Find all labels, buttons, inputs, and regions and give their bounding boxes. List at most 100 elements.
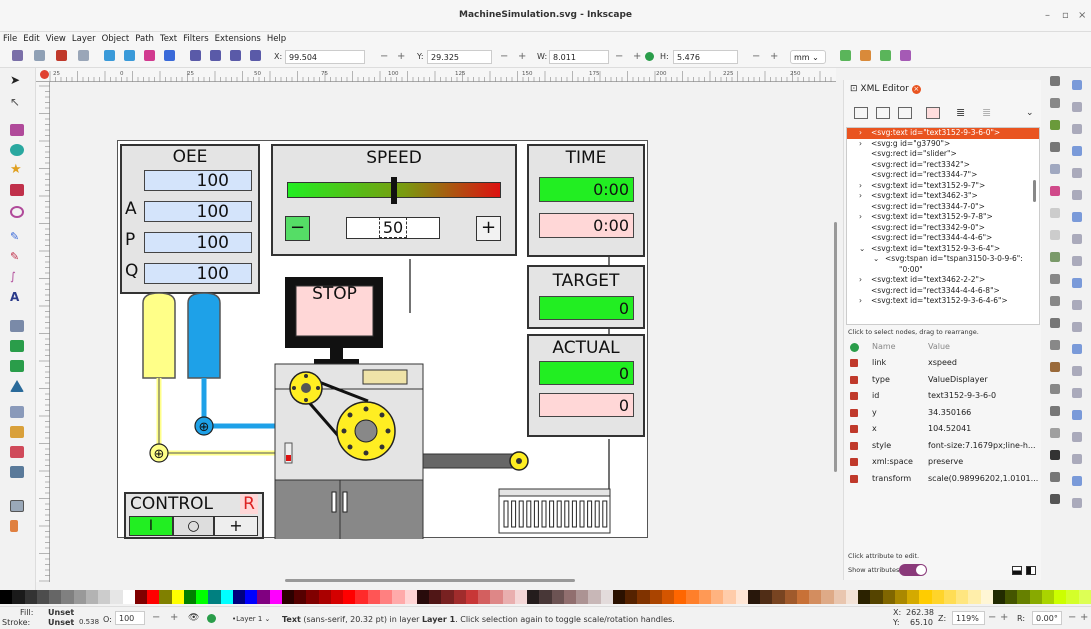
command-icon[interactable] [1050, 472, 1060, 482]
delete-attribute-icon[interactable] [850, 474, 858, 483]
attribute-value[interactable]: font-size:7.1679px;line-h... [928, 438, 1036, 454]
vertical-scrollbar[interactable] [834, 222, 837, 472]
xml-node[interactable]: <svg:rect id="rect3342"> [847, 160, 1039, 171]
palette-swatch[interactable] [539, 590, 553, 604]
xml-node[interactable]: › <svg:text id="text3152-9-7-8"> [847, 212, 1039, 223]
command-icon[interactable] [1050, 362, 1060, 372]
palette-swatch[interactable] [784, 590, 798, 604]
menu-view[interactable]: View [43, 32, 69, 46]
move-patterns-icon[interactable] [900, 50, 911, 61]
command-icon[interactable] [1050, 76, 1060, 86]
snap-icon[interactable] [1072, 366, 1082, 376]
h-increment[interactable]: + [770, 51, 778, 62]
palette-swatch[interactable] [404, 590, 418, 604]
more-options-icon[interactable]: ⌄ [1026, 108, 1034, 118]
layout-horizontal-icon[interactable] [1012, 566, 1022, 575]
lower-to-bottom-icon[interactable] [250, 50, 261, 61]
scale-stroke-icon[interactable] [840, 50, 851, 61]
palette-swatch[interactable] [318, 590, 332, 604]
menu-layer[interactable]: Layer [69, 32, 99, 46]
ellipse-tool-icon[interactable] [10, 144, 24, 156]
x-field[interactable]: 99.504 [285, 50, 365, 64]
palette-swatch[interactable] [588, 590, 602, 604]
palette-swatch[interactable] [110, 590, 124, 604]
palette-swatch[interactable] [686, 590, 700, 604]
palette-swatch[interactable] [710, 590, 724, 604]
palette-swatch[interactable] [760, 590, 773, 604]
attribute-row[interactable]: y 34.350166 [848, 405, 1046, 421]
palette-swatch[interactable] [478, 590, 491, 604]
opacity-decrement[interactable]: − [152, 612, 160, 623]
touch-select-icon[interactable] [78, 50, 89, 61]
palette-swatch[interactable] [943, 590, 957, 604]
snap-toggle-icon[interactable] [40, 70, 49, 79]
xml-node[interactable]: "0:00" [847, 265, 1039, 276]
spray-tool-icon[interactable] [10, 426, 24, 438]
snap-icon[interactable] [1072, 234, 1082, 244]
gradient-tool-icon[interactable] [10, 340, 24, 352]
palette-swatch[interactable] [36, 590, 50, 604]
stroke-width[interactable]: 0.538 [79, 618, 99, 626]
attribute-value[interactable]: 104.52041 [928, 421, 971, 437]
palette-swatch[interactable] [294, 590, 307, 604]
delete-attribute-icon[interactable] [850, 392, 858, 400]
h-field[interactable]: 5.476 [673, 50, 738, 64]
palette-swatch[interactable] [343, 590, 356, 604]
palette-swatch[interactable] [992, 590, 1006, 604]
rectangle-tool-icon[interactable] [10, 124, 24, 136]
layer-select[interactable]: •Layer 1 ⌄ [232, 615, 270, 623]
palette-swatch[interactable] [98, 590, 111, 604]
command-icon[interactable] [1050, 450, 1060, 460]
deselect-icon[interactable] [56, 50, 67, 61]
palette-swatch[interactable] [269, 590, 283, 604]
stroke-value[interactable]: Unset [48, 618, 74, 627]
command-icon[interactable] [1050, 164, 1060, 174]
palette-swatch[interactable] [735, 590, 749, 604]
palette-swatch[interactable] [576, 590, 589, 604]
command-icon[interactable] [1050, 406, 1060, 416]
command-icon[interactable] [1050, 428, 1060, 438]
snap-icon[interactable] [1072, 102, 1082, 112]
command-icon[interactable] [1050, 98, 1060, 108]
layout-vertical-icon[interactable] [1026, 566, 1036, 575]
machine-illustration[interactable]: ⊕ ⊕ [118, 141, 649, 539]
palette-swatch[interactable] [85, 590, 99, 604]
attribute-value[interactable]: preserve [928, 454, 963, 470]
expander-icon[interactable]: › [859, 191, 862, 202]
flip-horizontal-icon[interactable] [144, 50, 155, 61]
snap-icon[interactable] [1072, 300, 1082, 310]
document-page[interactable]: OEE 100 A 100 P 100 Q 100 SPEED − 50 + T… [117, 140, 649, 539]
palette-swatch[interactable] [612, 590, 626, 604]
palette-swatch[interactable] [845, 590, 859, 604]
palette-swatch[interactable] [796, 590, 810, 604]
command-icon[interactable] [1050, 340, 1060, 350]
xml-node[interactable]: <svg:rect id="slider"> [847, 149, 1039, 160]
palette-swatch[interactable] [821, 590, 835, 604]
eraser-tool-icon[interactable] [10, 446, 24, 458]
unit-select[interactable]: mm ⌄ [790, 50, 826, 64]
palette-swatch[interactable] [416, 590, 430, 604]
h-decrement[interactable]: − [752, 51, 760, 62]
menu-extensions[interactable]: Extensions [212, 32, 264, 46]
calligraphy-tool-icon[interactable]: ∫ [10, 270, 24, 283]
zoom-field[interactable]: 119% [952, 611, 985, 625]
opacity-increment[interactable]: + [170, 612, 178, 623]
palette-swatch[interactable] [380, 590, 393, 604]
palette-swatch[interactable] [61, 590, 75, 604]
delete-attribute-icon[interactable] [850, 441, 858, 450]
toggle-lock-icon[interactable] [207, 614, 216, 623]
palette-swatch[interactable] [257, 590, 271, 604]
expander-icon[interactable]: › [859, 139, 862, 150]
palette-swatch[interactable] [527, 590, 540, 604]
snap-icon[interactable] [1072, 476, 1082, 486]
command-icon[interactable] [1050, 230, 1060, 240]
palette-swatch[interactable] [208, 590, 222, 604]
palette-swatch[interactable] [49, 590, 62, 604]
stop-label[interactable]: STOP [296, 284, 373, 304]
command-icon[interactable] [1050, 186, 1060, 196]
snap-icon[interactable] [1072, 124, 1082, 134]
palette-swatch[interactable] [637, 590, 651, 604]
toggle-visibility-icon[interactable]: 👁 [188, 613, 199, 623]
menu-file[interactable]: File [0, 32, 20, 46]
palette-swatch[interactable] [882, 590, 896, 604]
